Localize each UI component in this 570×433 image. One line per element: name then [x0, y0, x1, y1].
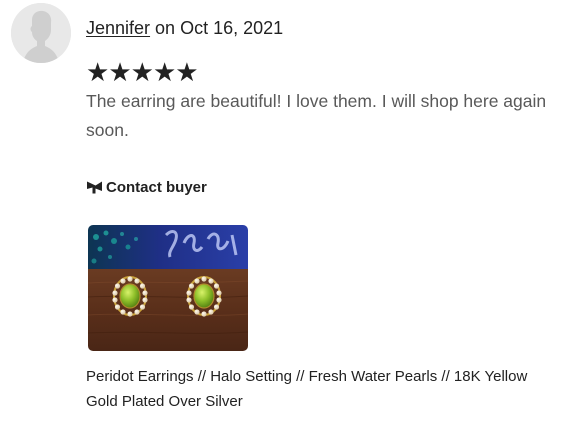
review-text: The earring are beautiful! I love them. …: [86, 91, 547, 140]
review-date: on Oct 16, 2021: [150, 18, 284, 38]
star-rating: ★★★★★: [86, 57, 199, 87]
star-icon: ★: [130, 57, 154, 87]
star-icon: ★: [175, 57, 198, 87]
review-card: Jennifer on Oct 16, 2021 ★★★★★ The earri…: [0, 0, 570, 433]
listing-title-link[interactable]: Peridot Earrings // Halo Setting // Fres…: [86, 364, 561, 414]
reviewer-name-link[interactable]: Jennifer: [86, 18, 150, 38]
review-meta: Jennifer on Oct 16, 2021: [86, 16, 283, 40]
megaphone-icon: [86, 179, 103, 195]
listing-image[interactable]: [88, 225, 248, 351]
contact-buyer-label: Contact buyer: [106, 178, 207, 196]
star-icon: ★: [152, 57, 176, 87]
contact-buyer-button[interactable]: Contact buyer: [86, 176, 207, 198]
reviewer-avatar[interactable]: [11, 3, 71, 63]
default-user-avatar-icon: [11, 3, 71, 63]
star-icon: ★: [86, 57, 109, 87]
star-icon: ★: [108, 57, 131, 87]
